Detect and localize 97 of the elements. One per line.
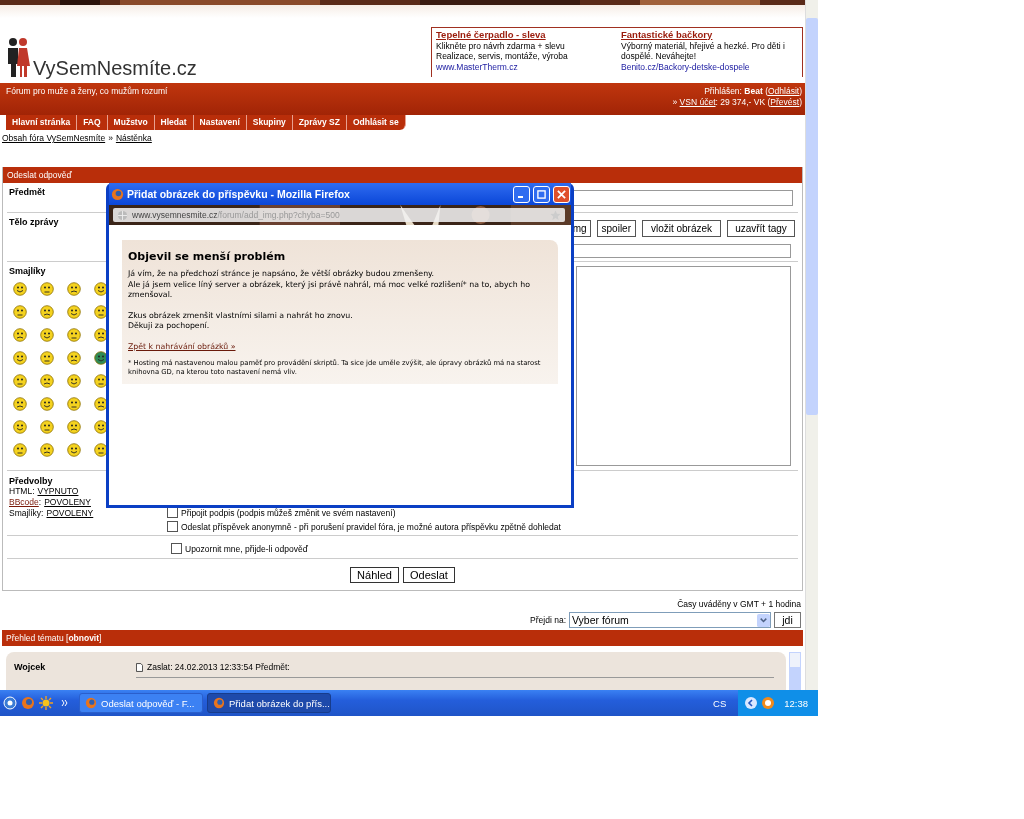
option-value-link[interactable]: POVOLENY [46, 508, 94, 519]
breadcrumb-link[interactable]: Obsah fóra VySemNesmíte [2, 133, 106, 143]
minimize-icon [517, 196, 523, 198]
smiley-icon[interactable] [13, 328, 27, 342]
option-label: Smajlíky: [9, 508, 44, 519]
option-value-link[interactable]: VYPNUTO [37, 486, 79, 497]
firefox-icon [213, 697, 225, 709]
sun-icon[interactable] [39, 696, 53, 710]
checkbox-label: Připojit podpis (podpis můžeš změnit ve svém nastavení) [181, 507, 396, 518]
smiley-icon[interactable] [13, 420, 27, 434]
scrollbar[interactable] [805, 0, 818, 690]
field-label: Předmět [8, 186, 45, 197]
ad-text: Klikněte pro návrh zdarma + slevu [436, 40, 566, 51]
option-label: HTML: [9, 486, 35, 497]
nav-tab[interactable]: Nastavení [193, 115, 247, 130]
section-header: Odeslat odpověď [3, 167, 802, 183]
smileys-label: Smajlíky [8, 265, 46, 276]
scrollbar[interactable] [789, 652, 801, 690]
submit-button[interactable]: Odeslat [402, 567, 455, 583]
nav-tab[interactable]: Odhlásit se [346, 115, 406, 130]
clock: 12:38 [784, 697, 808, 709]
breadcrumb-link[interactable]: Nástěnka [115, 133, 152, 143]
smiley-icon[interactable] [40, 328, 54, 342]
nav-tab[interactable]: Mužstvo [107, 115, 155, 130]
checkbox-label: Upozornit mne, přijde-li odpověď [185, 543, 308, 554]
smiley-icon[interactable] [67, 282, 81, 296]
section-header: Přehled tématu [obnovit] [2, 630, 803, 646]
smiley-icon[interactable] [67, 374, 81, 388]
smiley-icon[interactable] [13, 351, 27, 365]
nav-tab[interactable]: FAQ [77, 115, 108, 130]
maximize-button[interactable] [533, 185, 550, 203]
smiley-icon[interactable] [13, 397, 27, 411]
smiley-icon[interactable] [94, 443, 108, 457]
checkbox[interactable] [167, 507, 178, 518]
close-button[interactable] [553, 185, 570, 203]
firefox-icon [85, 697, 97, 709]
chevron-icon[interactable] [61, 699, 69, 707]
field-label: Tělo zprávy [8, 216, 59, 227]
smiley-icon[interactable] [40, 305, 54, 319]
breadcrumb-separator: » [108, 133, 113, 143]
smiley-icon[interactable] [40, 374, 54, 388]
go-button[interactable]: jdi [774, 612, 801, 628]
timezone-note: Časy uváděny v GMT + 1 hodina [677, 599, 801, 609]
nav-tab[interactable]: Skupiny [246, 115, 293, 130]
smiley-icon[interactable] [67, 351, 81, 365]
jump-label: Přejdi na: [530, 615, 566, 625]
option-value-link[interactable]: POVOLENY [44, 497, 91, 508]
smiley-icon[interactable] [94, 305, 108, 319]
tagline: Fórum pro muže a ženy, co mužům rozumí [6, 86, 168, 98]
option-colon: : [38, 497, 42, 508]
message-heading: Objevil se menší problém [128, 250, 287, 263]
nav-tab[interactable]: Hledat [154, 115, 194, 130]
option-link[interactable]: BBcode [9, 497, 39, 508]
ad-title-link[interactable]: Tepelné čerpadlo - sleva [436, 30, 613, 41]
smiley-icon[interactable] [40, 443, 54, 457]
options-label: Předvolby [8, 475, 53, 486]
smiley-icon[interactable] [67, 305, 81, 319]
checkbox-label: Odeslat příspěvek anonymně - při porušení pravidel fóra, je možné autora příspěvku zpětně dohledat [181, 521, 561, 532]
format-button[interactable]: spoiler [596, 220, 636, 237]
format-button[interactable]: uzavřít tagy [727, 220, 795, 237]
taskbar-button[interactable]: Přidat obrázek do přís... [207, 693, 331, 713]
browser-icon[interactable] [3, 696, 17, 710]
globe-icon [117, 209, 128, 221]
maximize-icon [537, 189, 546, 199]
checkbox[interactable] [167, 521, 178, 532]
forum-select[interactable]: Vyber fórum [569, 612, 771, 628]
smiley-icon[interactable] [67, 420, 81, 434]
ad-url-link[interactable]: www.MasterTherm.cz [436, 61, 613, 72]
close-icon [557, 189, 566, 199]
nav-tab[interactable]: Zprávy SZ [292, 115, 347, 130]
checkbox[interactable] [171, 543, 182, 554]
couple-icon [5, 37, 31, 77]
nav-tab[interactable]: Hlavní stránka [6, 115, 78, 130]
ad-url-link[interactable]: Benito.cz/Backory-detske-dospele [621, 61, 798, 72]
ad-text: Výborný materiál, hřejivé a hezké. Pro děti i dospělé. Neváhejte! [621, 40, 786, 62]
ad-title-link[interactable]: Fantastické bačkory [621, 30, 798, 41]
antivirus-icon[interactable] [761, 696, 776, 710]
account-status: » VSN účet: 29 374,- VK (Převést) [672, 97, 802, 108]
language-indicator[interactable]: CS [713, 697, 727, 709]
post-meta: Zaslat: 24.02.2013 12:33:54 Předmět: [147, 662, 290, 672]
login-status: Přihlášen: Beat (Odhlásit) [704, 86, 802, 97]
window-title: Přidat obrázek do příspěvku - Mozilla Firefox [127, 188, 351, 200]
smiley-icon[interactable] [67, 443, 81, 457]
firefox-icon [111, 187, 124, 201]
format-button[interactable]: vložit obrázek [642, 220, 721, 237]
smiley-icon[interactable] [13, 282, 27, 296]
smiley-icon[interactable] [94, 374, 108, 388]
url-text: www.vysemnesmite.cz/forum/add_img.php?chyba=500 [132, 210, 341, 220]
post-author: Wojcek [14, 662, 47, 674]
minimize-button[interactable] [513, 185, 530, 203]
smiley-icon[interactable] [40, 397, 54, 411]
submit-button[interactable]: Náhled [350, 567, 399, 583]
document-icon [136, 662, 143, 672]
taskbar-button[interactable]: Odeslat odpověď - F... [79, 693, 203, 713]
ad-text: Realizace, servis, montáže, výroba [436, 51, 569, 62]
site-logo[interactable]: VySemNesmíte.cz [33, 57, 197, 80]
star-icon[interactable] [550, 209, 561, 221]
